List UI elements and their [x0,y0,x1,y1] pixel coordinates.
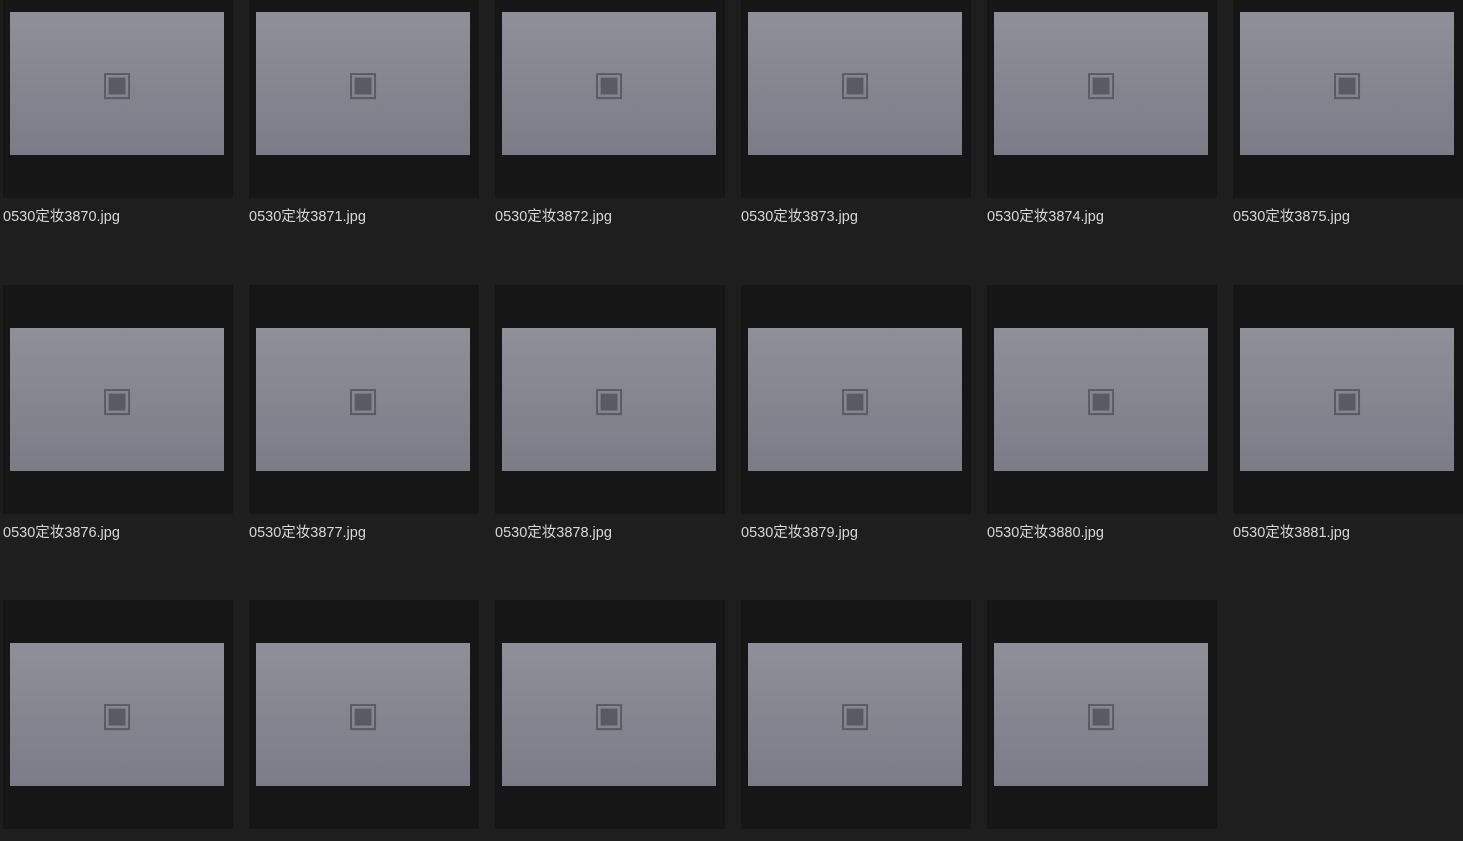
photo-placeholder[interactable]: ▣ [748,643,962,786]
file-item[interactable]: ▣ [741,600,971,841]
file-name[interactable]: 0530定妆3878.jpg [495,521,725,542]
image-placeholder-icon: ▣ [1084,695,1118,734]
image-placeholder-icon: ▣ [838,695,872,734]
thumbnail-tile[interactable]: ▣ [741,0,971,198]
thumbnail-tile[interactable]: ▣ [249,285,479,514]
thumbnail-tile[interactable]: ▣ [495,0,725,198]
photo-placeholder[interactable]: ▣ [502,12,716,155]
photo-placeholder[interactable]: ▣ [10,643,224,786]
photo-placeholder[interactable]: ▣ [748,12,962,155]
thumbnail-tile[interactable]: ▣ [3,600,233,829]
file-name[interactable]: 0530定妆3871.jpg [249,205,479,226]
file-name[interactable]: 0530定妆3879.jpg [741,521,971,542]
thumbnail-tile[interactable]: ▣ [741,600,971,829]
file-item[interactable]: ▣ [249,600,479,841]
file-item[interactable]: ▣ 0530定妆3874.jpg [987,0,1217,249]
file-item[interactable]: ▣ 0530定妆3880.jpg [987,285,1217,565]
photo-placeholder[interactable]: ▣ [502,643,716,786]
image-placeholder-icon: ▣ [1084,64,1118,103]
image-placeholder-icon: ▣ [592,695,626,734]
image-placeholder-icon: ▣ [346,64,380,103]
file-name[interactable]: 0530定妆3874.jpg [987,205,1217,226]
photo-placeholder[interactable]: ▣ [1240,328,1454,471]
file-name[interactable]: 0530定妆3876.jpg [3,521,233,542]
file-item[interactable]: ▣ 0530定妆3870.jpg [3,0,233,249]
photo-placeholder[interactable]: ▣ [994,643,1208,786]
photo-placeholder[interactable]: ▣ [10,12,224,155]
thumbnail-tile[interactable]: ▣ [987,600,1217,829]
file-item[interactable]: ▣ 0530定妆3877.jpg [249,285,479,565]
file-name[interactable]: 0530定妆3870.jpg [3,205,233,226]
file-item[interactable]: ▣ 0530定妆3876.jpg [3,285,233,565]
thumbnail-tile[interactable]: ▣ [495,600,725,829]
thumbnail-tile[interactable]: ▣ [3,285,233,514]
file-item[interactable]: ▣ 0530定妆3881.jpg [1233,285,1463,565]
photo-placeholder[interactable]: ▣ [748,328,962,471]
photo-placeholder[interactable]: ▣ [994,328,1208,471]
thumbnail-tile[interactable]: ▣ [987,0,1217,198]
thumbnail-tile[interactable]: ▣ [741,285,971,514]
file-name[interactable]: 0530定妆3877.jpg [249,521,479,542]
image-placeholder-icon: ▣ [1084,380,1118,419]
file-item[interactable]: ▣ 0530定妆3871.jpg [249,0,479,249]
photo-placeholder[interactable]: ▣ [256,643,470,786]
file-item[interactable]: ▣ 0530定妆3879.jpg [741,285,971,565]
image-placeholder-icon: ▣ [592,380,626,419]
file-item[interactable]: ▣ 0530定妆3873.jpg [741,0,971,249]
image-placeholder-icon: ▣ [346,695,380,734]
file-item[interactable]: ▣ [3,600,233,841]
image-placeholder-icon: ▣ [100,695,134,734]
image-placeholder-icon: ▣ [1330,64,1364,103]
file-item[interactable]: ▣ 0530定妆3878.jpg [495,285,725,565]
thumbnail-tile[interactable]: ▣ [3,0,233,198]
photo-placeholder[interactable]: ▣ [256,328,470,471]
file-name[interactable]: 0530定妆3880.jpg [987,521,1217,542]
image-placeholder-icon: ▣ [838,380,872,419]
image-placeholder-icon: ▣ [100,380,134,419]
photo-placeholder[interactable]: ▣ [502,328,716,471]
image-placeholder-icon: ▣ [838,64,872,103]
photo-placeholder[interactable]: ▣ [1240,12,1454,155]
thumbnail-tile[interactable]: ▣ [1233,0,1463,198]
thumbnail-tile[interactable]: ▣ [495,285,725,514]
image-placeholder-icon: ▣ [592,64,626,103]
file-name[interactable]: 0530定妆3873.jpg [741,205,971,226]
file-name[interactable]: 0530定妆3872.jpg [495,205,725,226]
file-item[interactable]: ▣ [987,600,1217,841]
file-item[interactable]: ▣ [495,600,725,841]
thumbnail-tile[interactable]: ▣ [1233,285,1463,514]
image-placeholder-icon: ▣ [346,380,380,419]
file-item[interactable]: ▣ 0530定妆3875.jpg [1233,0,1463,249]
image-placeholder-icon: ▣ [1330,380,1364,419]
thumbnail-tile[interactable]: ▣ [987,285,1217,514]
thumbnail-tile[interactable]: ▣ [249,600,479,829]
image-placeholder-icon: ▣ [100,64,134,103]
photo-placeholder[interactable]: ▣ [994,12,1208,155]
file-item[interactable]: ▣ 0530定妆3872.jpg [495,0,725,249]
file-name[interactable]: 0530定妆3881.jpg [1233,521,1463,542]
thumbnail-tile[interactable]: ▣ [249,0,479,198]
file-name[interactable]: 0530定妆3875.jpg [1233,205,1463,226]
photo-placeholder[interactable]: ▣ [10,328,224,471]
photo-placeholder[interactable]: ▣ [256,12,470,155]
file-grid: ▣ 0530定妆3870.jpg ▣ 0530定妆3871.jpg ▣ 0530… [0,0,1463,841]
